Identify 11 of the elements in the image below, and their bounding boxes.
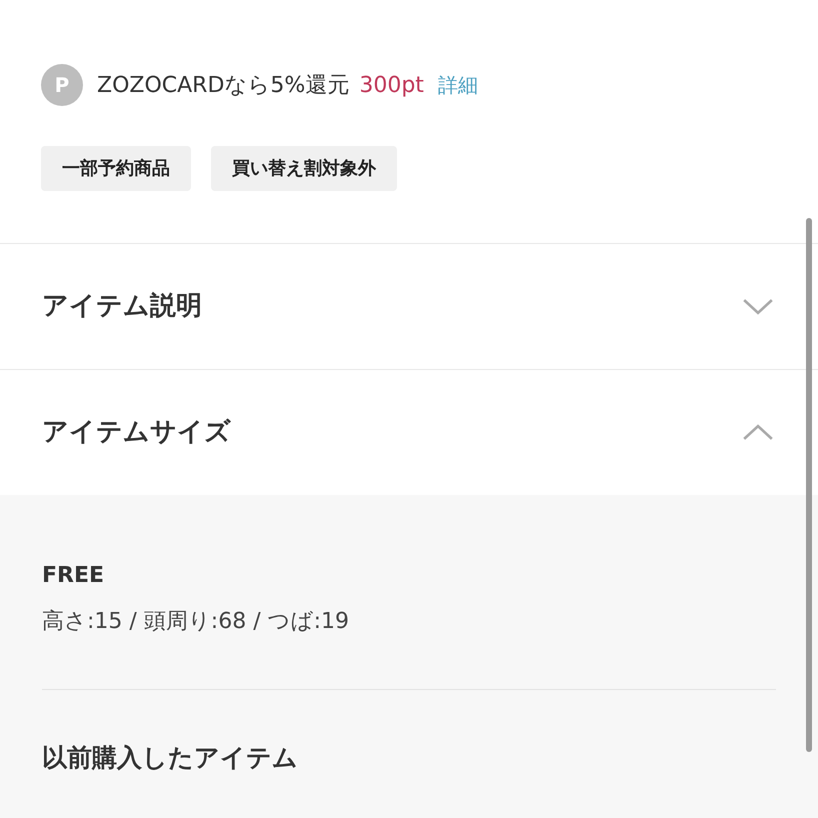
chevron-down-icon: [742, 298, 774, 315]
chevron-up-icon: [742, 424, 774, 441]
tag: 買い替え割対象外: [211, 146, 397, 191]
scrollbar-thumb[interactable]: [806, 218, 812, 752]
size-detail: 高さ:15 / 頭周り:68 / つば:19: [42, 608, 350, 636]
points-icon: P: [41, 64, 83, 106]
points-amount: 300pt: [359, 72, 424, 100]
points-text: ZOZOCARDなら5%還元: [97, 72, 350, 100]
tag: 一部予約商品: [41, 146, 191, 191]
section-title: 以前購入したアイテム: [42, 742, 299, 774]
size-name: FREE: [42, 562, 106, 590]
